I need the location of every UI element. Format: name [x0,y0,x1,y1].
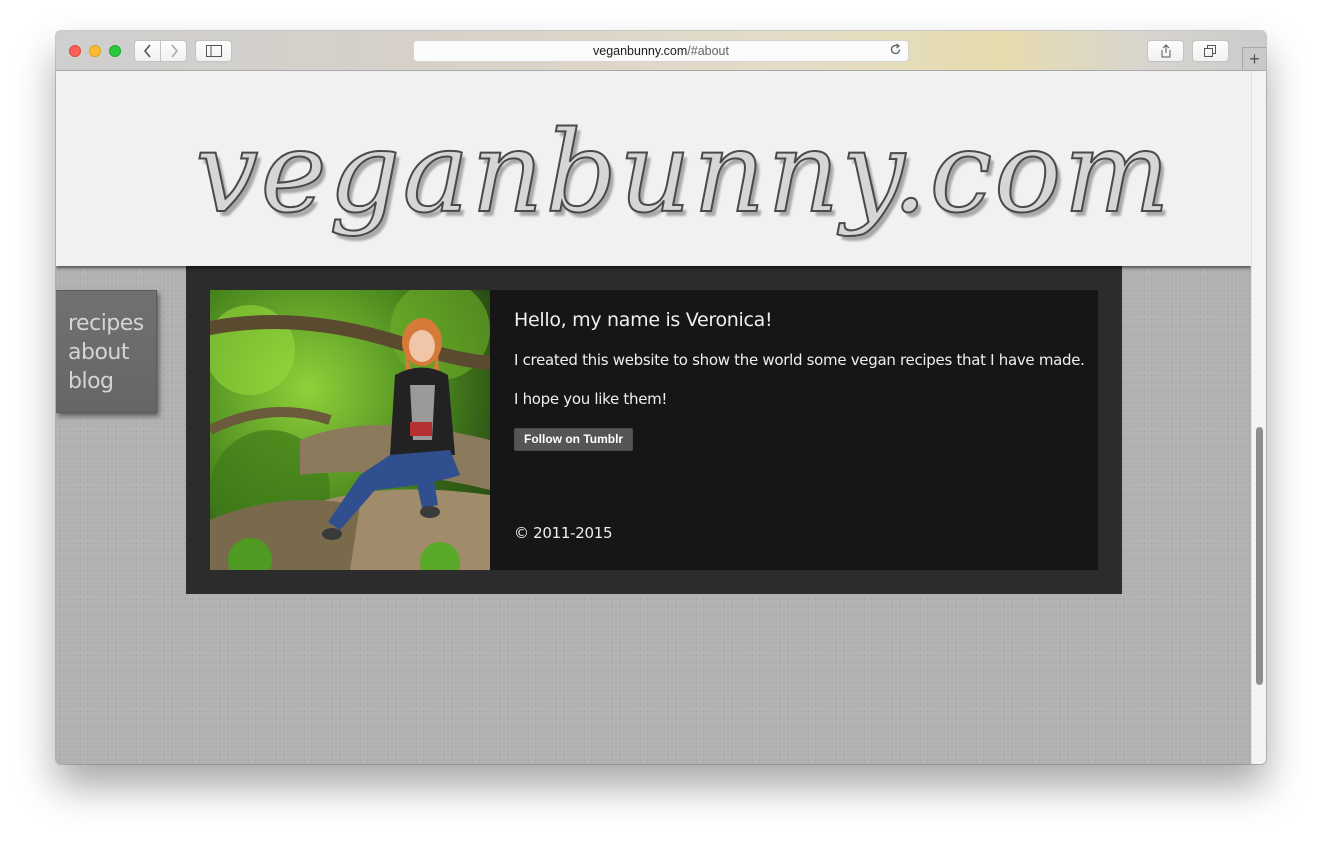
about-content: Hello, my name is Veronica! I created th… [514,290,1098,570]
tabs-overview-button[interactable] [1192,40,1229,62]
nav-item-blog[interactable]: blog [68,367,156,396]
nav-item-about[interactable]: about [68,338,156,367]
zoom-window-button[interactable] [109,45,121,57]
browser-toolbar: veganbunny.com/#about + [56,31,1266,71]
side-nav: recipes about blog [56,290,157,413]
vertical-scrollbar[interactable] [1251,71,1266,764]
sidebar-toggle-button[interactable] [195,40,232,62]
profile-photo [210,290,490,570]
reload-icon[interactable] [889,43,902,59]
close-window-button[interactable] [69,45,81,57]
chevron-right-icon [170,44,178,58]
about-card: Hello, my name is Veronica! I created th… [210,290,1098,570]
tabs-icon [1204,45,1216,57]
follow-on-tumblr-button[interactable]: Follow on Tumblr [514,428,634,451]
url-path: /#about [687,44,729,58]
about-paragraph-1: I created this website to show the world… [514,351,1085,369]
nav-item-recipes[interactable]: recipes [68,309,156,338]
sidebar-icon [205,45,222,57]
back-button[interactable] [134,40,161,62]
chevron-left-icon [143,44,151,58]
share-button[interactable] [1147,40,1184,62]
new-tab-button[interactable]: + [1242,47,1266,71]
about-paragraph-2: I hope you like them! [514,390,668,408]
address-bar[interactable]: veganbunny.com/#about [413,40,909,62]
copyright-text: © 2011-2015 [514,524,613,542]
plus-icon: + [1249,49,1260,69]
share-icon [1161,44,1170,58]
browser-window: veganbunny.com/#about + veganbunny.com r… [56,31,1266,764]
web-page: veganbunny.com recipes about blog Hello,… [56,71,1251,764]
about-panel: Hello, my name is Veronica! I created th… [186,266,1122,594]
minimize-window-button[interactable] [89,45,101,57]
site-header: veganbunny.com [56,71,1251,266]
forward-button[interactable] [160,40,187,62]
site-logo[interactable]: veganbunny.com [56,71,1251,266]
scrollbar-thumb[interactable] [1256,427,1263,685]
about-heading: Hello, my name is Veronica! [514,309,773,331]
url-host: veganbunny.com [593,44,688,58]
